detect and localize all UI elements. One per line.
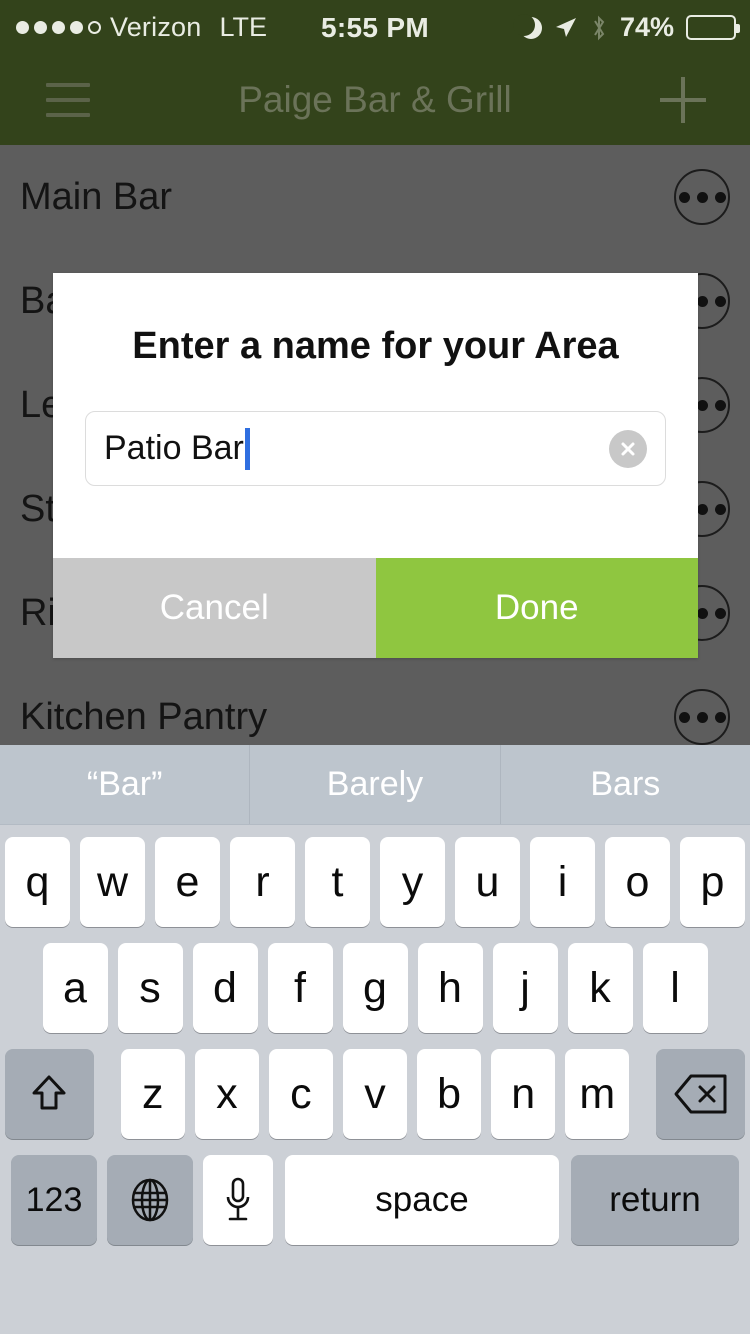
page-title: Paige Bar & Grill (0, 79, 750, 121)
list-item-label: St (20, 488, 56, 531)
key-j[interactable]: j (493, 943, 558, 1033)
location-arrow-icon (554, 16, 578, 40)
list-item-label: Ri (20, 592, 56, 635)
status-bar-right: 74% (520, 0, 736, 55)
more-options-icon[interactable] (674, 689, 730, 745)
key-o[interactable]: o (605, 837, 670, 927)
key-p[interactable]: p (680, 837, 745, 927)
name-area-dialog: Enter a name for your Area Patio Bar Can… (53, 273, 698, 658)
keyboard-row-4: 123 space return (0, 1155, 750, 1245)
key-u[interactable]: u (455, 837, 520, 927)
status-bar: Verizon LTE 5:55 PM 74% (0, 0, 750, 55)
more-options-icon[interactable] (674, 169, 730, 225)
keyboard-row-2: a s d f g h j k l (0, 943, 750, 1033)
nav-bar: Paige Bar & Grill (0, 55, 750, 145)
key-e[interactable]: e (155, 837, 220, 927)
bluetooth-icon (590, 15, 608, 41)
key-t[interactable]: t (305, 837, 370, 927)
key-h[interactable]: h (418, 943, 483, 1033)
keyboard-row-3: z x c v b n m (0, 1049, 750, 1139)
key-r[interactable]: r (230, 837, 295, 927)
key-d[interactable]: d (193, 943, 258, 1033)
key-b[interactable]: b (417, 1049, 481, 1139)
key-x[interactable]: x (195, 1049, 259, 1139)
microphone-icon[interactable] (203, 1155, 273, 1245)
key-n[interactable]: n (491, 1049, 555, 1139)
key-i[interactable]: i (530, 837, 595, 927)
key-m[interactable]: m (565, 1049, 629, 1139)
key-q[interactable]: q (5, 837, 70, 927)
dialog-title: Enter a name for your Area (53, 325, 698, 368)
key-k[interactable]: k (568, 943, 633, 1033)
text-caret (245, 428, 250, 470)
phone-screen: Verizon LTE 5:55 PM 74% Paige Bar & Gril… (0, 0, 750, 1334)
plus-icon[interactable] (660, 77, 706, 123)
software-keyboard: “Bar” Barely Bars q w e r t y u i o p a … (0, 745, 750, 1334)
space-key[interactable]: space (285, 1155, 559, 1245)
battery-icon (686, 15, 736, 40)
dialog-actions: Cancel Done (53, 558, 698, 658)
numeric-key[interactable]: 123 (11, 1155, 97, 1245)
shift-arrow-icon[interactable] (5, 1049, 94, 1139)
key-f[interactable]: f (268, 943, 333, 1033)
globe-icon[interactable] (107, 1155, 193, 1245)
key-g[interactable]: g (343, 943, 408, 1033)
battery-percent-label: 74% (620, 12, 674, 43)
suggestion-item[interactable]: “Bar” (0, 745, 249, 824)
keyboard-row-1: q w e r t y u i o p (0, 837, 750, 927)
key-a[interactable]: a (43, 943, 108, 1033)
area-name-input-value: Patio Bar (104, 428, 250, 470)
key-y[interactable]: y (380, 837, 445, 927)
key-z[interactable]: z (121, 1049, 185, 1139)
return-key[interactable]: return (571, 1155, 739, 1245)
cancel-button[interactable]: Cancel (53, 558, 376, 658)
key-v[interactable]: v (343, 1049, 407, 1139)
key-l[interactable]: l (643, 943, 708, 1033)
list-item-label: Kitchen Pantry (20, 696, 267, 739)
key-s[interactable]: s (118, 943, 183, 1033)
keyboard-keys: q w e r t y u i o p a s d f g h j k l (0, 825, 750, 1245)
suggestion-item[interactable]: Bars (500, 745, 750, 824)
key-w[interactable]: w (80, 837, 145, 927)
area-name-input[interactable]: Patio Bar (85, 411, 666, 486)
list-item[interactable]: Main Bar (0, 145, 750, 249)
done-button[interactable]: Done (376, 558, 699, 658)
suggestion-item[interactable]: Barely (249, 745, 499, 824)
clear-circle-icon[interactable] (609, 430, 647, 468)
key-c[interactable]: c (269, 1049, 333, 1139)
moon-icon (520, 17, 542, 39)
autocomplete-suggestion-bar: “Bar” Barely Bars (0, 745, 750, 825)
list-item-label: Main Bar (20, 176, 172, 219)
backspace-icon[interactable] (656, 1049, 745, 1139)
